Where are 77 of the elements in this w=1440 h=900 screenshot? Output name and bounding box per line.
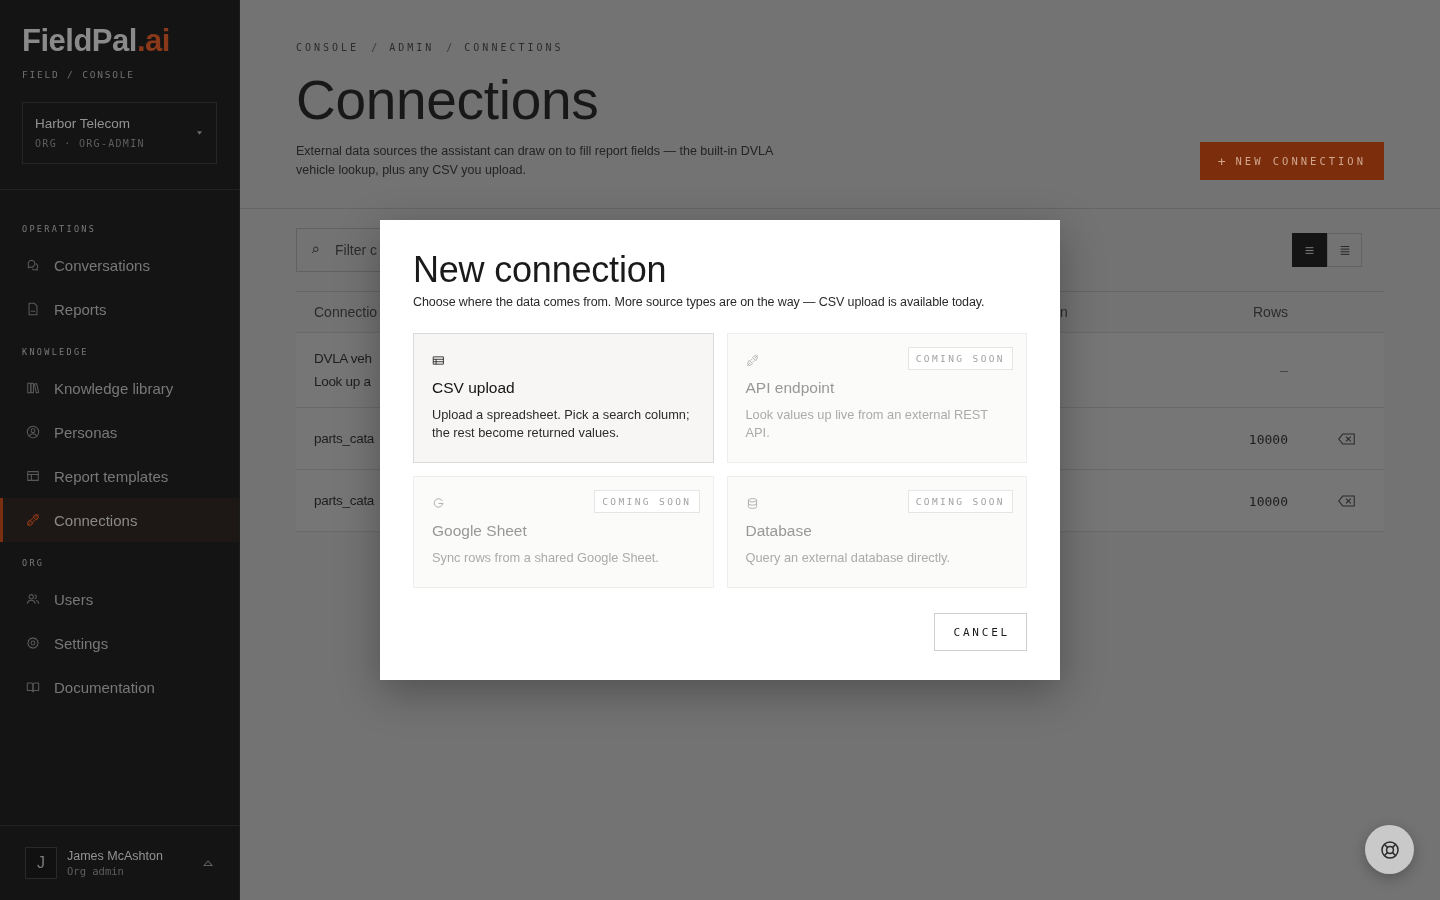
settings-icon [26, 636, 40, 650]
source-description: Look values up live from an external REST API. [745, 406, 989, 442]
dialog-subtitle: Choose where the data comes from. More source types are on the way — CSV upload is available today. [413, 294, 986, 311]
user-role: Org admin [67, 864, 124, 878]
source-title: API endpoint [745, 378, 835, 398]
database-icon [745, 497, 759, 510]
coming-soon-badge: COMING SOON [594, 490, 700, 513]
column-header: Rows [1253, 304, 1288, 320]
coming-soon-badge: COMING SOON [907, 490, 1013, 513]
connection-name: parts_cata [314, 491, 375, 510]
connection-name: DVLA veh [314, 349, 372, 368]
delete-button[interactable] [1338, 494, 1355, 507]
section-label: ORG [21, 558, 46, 568]
org-role: ORG · ORG-ADMIN [35, 137, 145, 151]
source-title: Google Sheet [432, 521, 527, 541]
nav-item[interactable]: Knowledge library [0, 366, 239, 410]
nav-item[interactable]: Connections [0, 498, 239, 542]
layout-icon [26, 469, 40, 483]
nav-item[interactable]: Users [0, 577, 239, 621]
users-icon [26, 592, 40, 606]
org-name: Harbor Telecom [35, 115, 131, 133]
chevron-up-icon[interactable] [203, 860, 213, 866]
source-description: Query an external database directly. [745, 549, 951, 567]
breadcrumb-separator: / [371, 42, 378, 54]
backspace-icon [1338, 494, 1355, 507]
view-toggle-button[interactable] [1327, 233, 1362, 267]
source-description: Sync rows from a shared Google Sheet. [432, 549, 659, 567]
column-header: n [1060, 304, 1068, 320]
dialog-title: New connection [413, 248, 667, 291]
delete-button[interactable] [1338, 432, 1355, 445]
plug-icon [745, 354, 759, 367]
section-label: OPERATIONS [21, 224, 98, 234]
caret-icon [197, 131, 202, 135]
coming-soon-badge: COMING SOON [907, 347, 1013, 370]
filter-field[interactable]: Filter c [296, 228, 381, 272]
g-letter-icon [432, 497, 445, 510]
tagline: FIELD / CONSOLE [22, 69, 135, 81]
table-icon [432, 354, 445, 367]
source-option-card[interactable]: CSV upload Upload a spreadsheet. Pick a search column; the rest become returned values. [413, 333, 714, 463]
nav-item[interactable]: Documentation [0, 665, 239, 709]
row-count: — [1280, 363, 1288, 378]
chat-bubbles-icon [26, 258, 40, 272]
nav-item[interactable]: Report templates [0, 454, 239, 498]
open-book-icon [26, 680, 40, 694]
page-title: Connections [296, 70, 599, 130]
row-count: 10000 [1248, 493, 1288, 509]
books-icon [26, 381, 40, 395]
backspace-icon [1338, 432, 1355, 445]
connection-name: parts_cata [314, 429, 375, 448]
lifebuoy-icon [1379, 839, 1400, 860]
new-connection-button[interactable]: + NEW CONNECTION [1199, 142, 1384, 180]
document-icon [26, 302, 40, 316]
nav-item[interactable]: Settings [0, 621, 239, 665]
source-title: Database [745, 521, 812, 541]
compact-list-icon [1305, 245, 1314, 255]
row-count: 10000 [1248, 431, 1288, 447]
app-logo: FieldPal.ai [22, 23, 170, 59]
page-description: External data sources the assistant can draw on to fill report fields — the built-in DVLA vehicle lookup, plus any CSV you upload. [296, 143, 774, 179]
user-name: James McAshton [67, 848, 163, 864]
source-description: Upload a spreadsheet. Pick a search column; the rest become returned values. [432, 406, 691, 442]
nav-item[interactable]: Reports [0, 287, 239, 331]
org-switcher[interactable]: Harbor Telecom ORG · ORG-ADMIN [22, 102, 217, 164]
section-label: KNOWLEDGE [21, 347, 90, 357]
source-title: CSV upload [432, 378, 515, 398]
breadcrumb-separator: / [446, 42, 453, 54]
column-header: Connectio [314, 304, 378, 320]
breadcrumb-link[interactable]: CONNECTIONS [464, 42, 564, 54]
connection-description: Look up a [314, 372, 371, 391]
view-toggle-button[interactable] [1292, 233, 1327, 267]
breadcrumb-link[interactable]: CONSOLE [296, 42, 360, 54]
nav-item[interactable]: Conversations [0, 243, 239, 287]
nav-item[interactable]: Personas [0, 410, 239, 454]
breadcrumb-link[interactable]: ADMIN [389, 42, 435, 54]
plug-icon [26, 513, 40, 527]
search-icon [311, 246, 319, 254]
avatar: J [25, 847, 57, 879]
cancel-button[interactable]: CANCEL [934, 613, 1027, 651]
